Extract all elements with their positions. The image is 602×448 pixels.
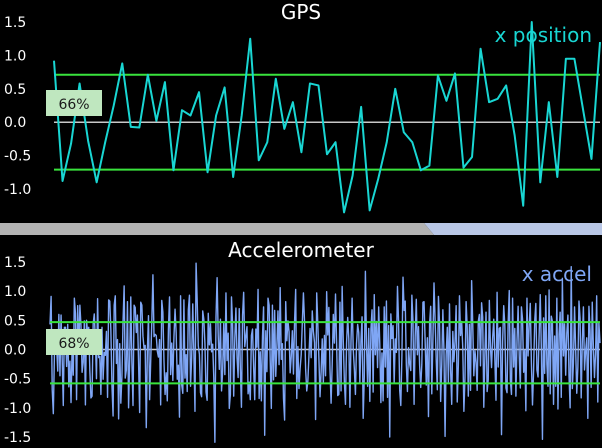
accel-title: Accelerometer <box>228 238 374 262</box>
gps-legend-label: x position <box>495 23 592 47</box>
panel-divider <box>0 223 602 235</box>
gps-y-tick-label: -0.5 <box>4 149 31 165</box>
accel-percent-label: 68% <box>58 336 89 352</box>
accel-y-tick-label: 1.5 <box>4 255 26 271</box>
gps-percent-label: 66% <box>58 97 89 113</box>
gps-title: GPS <box>281 0 321 24</box>
gps-y-tick-label: 0.5 <box>4 82 26 98</box>
accel-y-tick-label: 0.5 <box>4 313 26 329</box>
accel-legend-label: x accel <box>522 262 592 286</box>
accel-y-tick-label: -1.5 <box>4 430 31 446</box>
panel-divider-right <box>424 223 602 235</box>
accel-y-tick-label: 0.0 <box>4 343 26 359</box>
accel-y-tick-label: 1.0 <box>4 284 26 300</box>
gps-y-tick-label: 1.0 <box>4 48 26 64</box>
panel-divider-left <box>0 223 434 235</box>
dual-sensor-chart: 1.51.00.50.0-0.5-1.0 GPS x position 66% … <box>0 0 602 448</box>
accel-y-tick-label: -0.5 <box>4 372 31 388</box>
accel-y-tick-label: -1.0 <box>4 401 31 417</box>
gps-y-tick-label: 0.0 <box>4 115 26 131</box>
gps-y-tick-label: -1.0 <box>4 182 31 198</box>
gps-y-tick-label: 1.5 <box>4 15 26 31</box>
